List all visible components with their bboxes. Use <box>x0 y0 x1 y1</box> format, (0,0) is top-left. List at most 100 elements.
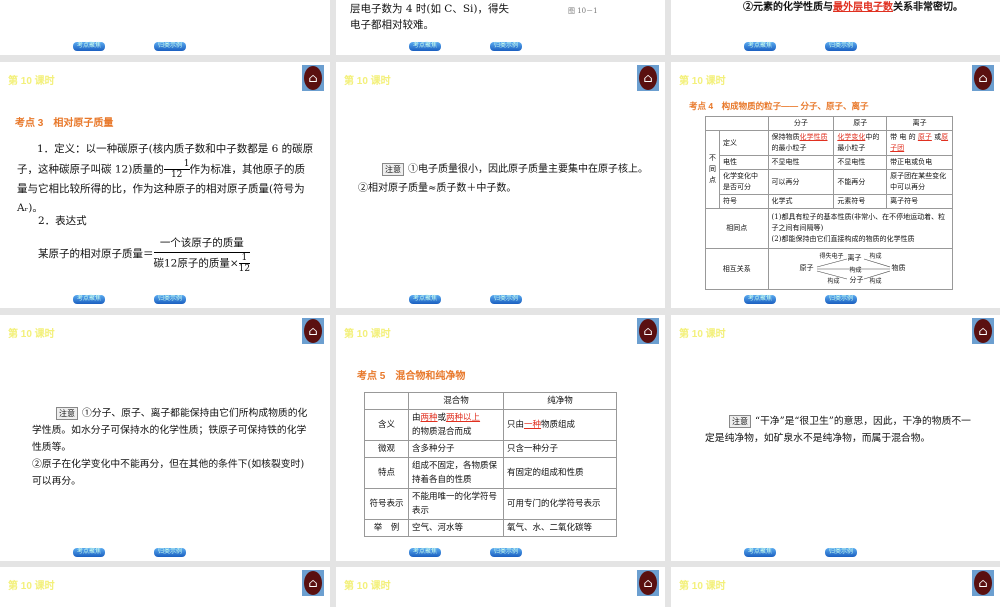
text: ②原子在化学变化中不能再分，但在其他的条件下(如核裂变时)可以再分。 <box>32 459 305 487</box>
formula: 某原子的相对原子质量＝ 一个该原子的质量 碳12原子的质量× 1 12 <box>38 234 251 274</box>
slide-note-2[interactable]: 第 10 课时 ⌂ 注意 ①分子、原子、离子都能保持由它们所构成物质的化学性质。如… <box>0 315 330 561</box>
col-header: 混合物 <box>408 392 504 410</box>
text: ②相对原子质量≈质子数＋中子数。 <box>358 183 517 194</box>
figure-caption: 图 10－1 <box>568 7 598 15</box>
section-title: 考点 4 构成物质的粒子—— 分子、原子、离子 <box>689 101 869 111</box>
slide-bottom-left[interactable]: 第 10 课时 ⌂ <box>0 567 330 607</box>
home-icon: ⌂ <box>639 571 657 595</box>
text: 保持物质 <box>771 133 800 141</box>
row-group: 不同点 <box>705 130 720 209</box>
cell: 化学变化中的最小粒子 <box>833 130 888 156</box>
note-tag: 注意 <box>56 407 78 420</box>
cell: 不显电性 <box>833 155 888 170</box>
prev-button[interactable]: 考点聚焦 <box>73 295 105 304</box>
mixture-table: 混合物 纯净物 含义 由两种或两种以上 的物质混合而成 只由一种物质组成 微观 含多种分子… <box>364 392 617 537</box>
home-button[interactable]: ⌂ <box>972 570 994 596</box>
cell: 由两种或两种以上 的物质混合而成 <box>408 409 504 441</box>
home-button[interactable]: ⌂ <box>637 318 659 344</box>
home-button[interactable]: ⌂ <box>637 570 659 596</box>
cell: 只含一种分子 <box>503 440 617 458</box>
slide-top-right[interactable]: ②元素的化学性质与最外层电子数关系非常密切。 考点聚焦 归类示例 <box>671 0 1000 55</box>
prev-button[interactable]: 考点聚焦 <box>744 548 776 557</box>
text: ②元素的化学性质与 <box>743 2 833 13</box>
slide-note-1[interactable]: 第 10 课时 ⌂ 注意 ①电子质量很小，因此原子质量主要集中在原子核上。 ②相对原… <box>336 62 665 308</box>
text-line: 层电子数为 4 时(如 C、Si)，得失 <box>350 3 509 15</box>
prev-button[interactable]: 考点聚焦 <box>409 42 441 51</box>
relation-arrows <box>816 258 890 280</box>
body-text: 层电子数为 4 时(如 C、Si)，得失 电子都相对较难。 <box>350 1 550 33</box>
home-button[interactable]: ⌂ <box>972 318 994 344</box>
next-button[interactable]: 归类示例 <box>825 42 857 51</box>
slide-kaodian-4[interactable]: 第 10 课时 ⌂ 考点 4 构成物质的粒子—— 分子、原子、离子 分子 原子 离子… <box>671 62 1000 308</box>
answer-blank: 原子 <box>917 133 932 141</box>
text: 的物质混合而成 <box>412 427 472 437</box>
lesson-label: 第 10 课时 <box>344 581 391 592</box>
relation-diagram: 原子 离子 分子 物质 得失电子 构成 构成 构成 构成 <box>767 248 954 290</box>
slide-note-3[interactable]: 第 10 课时 ⌂ 注意 “干净”是“很卫生”的意思，因此，干净的物质不一定是纯净… <box>671 315 1000 561</box>
slide-kaodian-3[interactable]: 第 10 课时 ⌂ 考点 3 相对原子质量 1．定义：以一种碳原子(核内质子数和… <box>0 62 330 308</box>
cell: 原子团在某些变化中可以再分 <box>886 169 953 195</box>
row-header: 举 例 <box>364 519 409 537</box>
next-button[interactable]: 归类示例 <box>825 295 857 304</box>
numerator: 1 <box>163 159 190 170</box>
prev-button[interactable]: 考点聚焦 <box>73 548 105 557</box>
definition-text: 1．定义：以一种碳原子(核内质子数和中子数都是 6 的碳原子，这种碳原子叫碳 1… <box>17 140 315 218</box>
next-button[interactable]: 归类示例 <box>154 548 186 557</box>
next-button[interactable]: 归类示例 <box>490 295 522 304</box>
cell: 不能再分 <box>833 169 888 195</box>
cell: 离子符号 <box>886 194 953 209</box>
lesson-label: 第 10 课时 <box>8 76 55 87</box>
text: 关系非常密切。 <box>893 2 963 13</box>
prev-button[interactable]: 考点聚焦 <box>409 295 441 304</box>
home-icon: ⌂ <box>639 66 657 90</box>
home-icon: ⌂ <box>304 319 322 343</box>
slide-bottom-mid[interactable]: 第 10 课时 ⌂ <box>336 567 665 607</box>
slide-top-left[interactable]: 考点聚焦 归类示例 <box>0 0 330 55</box>
home-button[interactable]: ⌂ <box>302 570 324 596</box>
home-button[interactable]: ⌂ <box>637 65 659 91</box>
slide-kaodian-5[interactable]: 第 10 课时 ⌂ 考点 5 混合物和纯净物 混合物 纯净物 含义 由两种或两种以上… <box>336 315 665 561</box>
fraction: 1 12 <box>163 159 190 180</box>
cell: 氧气、水、二氧化碳等 <box>503 519 617 537</box>
text: 或 <box>437 413 447 423</box>
row-header: 符号表示 <box>364 488 409 520</box>
next-button[interactable]: 归类示例 <box>154 42 186 51</box>
lesson-label: 第 10 课时 <box>8 581 55 592</box>
prev-button[interactable]: 考点聚焦 <box>744 295 776 304</box>
home-icon: ⌂ <box>304 66 322 90</box>
note-text: 注意 ①电子质量很小，因此原子质量主要集中在原子核上。 ②相对原子质量≈质子数＋中子… <box>358 160 656 198</box>
prev-button[interactable]: 考点聚焦 <box>73 42 105 51</box>
home-icon: ⌂ <box>974 66 992 90</box>
row-header: 相互关系 <box>705 248 769 290</box>
row-header: 微观 <box>364 440 409 458</box>
text: (1)都具有粒子的基本性质(非常小、在不停地运动着、粒子之间有间隔等) <box>771 213 946 232</box>
cell: (1)都具有粒子的基本性质(非常小、在不停地运动着、粒子之间有间隔等) (2)都能… <box>767 208 954 249</box>
particles-table: 分子 原子 离子 不同点 定义 保持物质化学性质的最小粒子 化学变化中的最小粒子 带 … <box>705 116 954 290</box>
next-button[interactable]: 归类示例 <box>490 548 522 557</box>
answer-blank: 一种 <box>524 420 542 430</box>
prev-button[interactable]: 考点聚焦 <box>744 42 776 51</box>
lesson-label: 第 10 课时 <box>679 329 726 340</box>
home-icon: ⌂ <box>974 319 992 343</box>
next-button[interactable]: 归类示例 <box>825 548 857 557</box>
home-button[interactable]: ⌂ <box>972 65 994 91</box>
home-button[interactable]: ⌂ <box>302 65 324 91</box>
note-text: 注意 ①分子、原子、离子都能保持由它们所构成物质的化学性质。如水分子可保持水的化学… <box>32 405 308 490</box>
subheading: 2．表达式 <box>38 215 87 227</box>
section-title: 考点 3 相对原子质量 <box>15 118 114 129</box>
home-button[interactable]: ⌂ <box>302 318 324 344</box>
row-header: 定义 <box>719 130 769 156</box>
home-icon: ⌂ <box>639 319 657 343</box>
note-text: 注意 “干净”是“很卫生”的意思，因此，干净的物质不一定是纯净物，如矿泉水不是纯净… <box>705 413 979 447</box>
prev-button[interactable]: 考点聚焦 <box>409 548 441 557</box>
next-button[interactable]: 归类示例 <box>154 295 186 304</box>
text: 只由 <box>507 420 525 430</box>
denominator: 12 <box>170 170 183 180</box>
next-button[interactable]: 归类示例 <box>490 42 522 51</box>
slide-bottom-right[interactable]: 第 10 课时 ⌂ <box>671 567 1000 607</box>
cell: 空气、河水等 <box>408 519 504 537</box>
slide-top-mid[interactable]: 层电子数为 4 时(如 C、Si)，得失 电子都相对较难。 图 10－1 考点聚焦… <box>336 0 665 55</box>
cell: 带 电 的 原子 或原子团 <box>886 130 953 156</box>
cell: 化学式 <box>767 194 835 209</box>
cell: 组成不固定，各物质保持着各自的性质 <box>408 457 504 489</box>
